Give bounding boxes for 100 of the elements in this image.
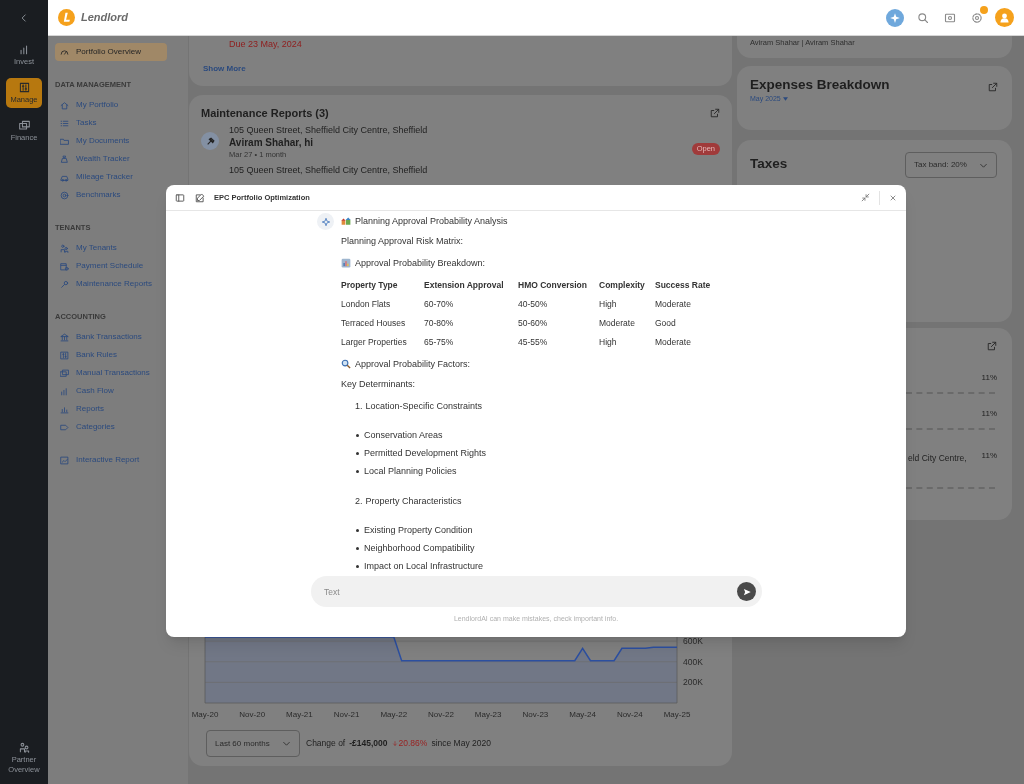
external-link-icon [987,341,997,351]
table-cell-text: 70-80% [424,317,455,329]
chevron-left-icon [19,13,29,23]
axis-label: 400K [683,656,703,667]
row-value: 11% [981,408,997,420]
table-cell-text: Larger Properties [341,336,408,348]
column-header: HMO Conversion [518,279,588,291]
bar-chart-icon [60,386,69,396]
show-more-link[interactable]: Show More [203,63,246,75]
bullet-icon [356,451,359,455]
sidebar-item[interactable]: Mileage Tracker [55,168,167,186]
external-link-icon [710,108,720,118]
sidebar-item[interactable]: My Portfolio [55,96,167,114]
external-link-icon [988,82,998,92]
section-heading: Approval Probability Breakdown: [355,257,486,269]
new-chat-button[interactable] [195,192,205,203]
avatar-icon [998,11,1011,24]
axis-label: May-24 [569,710,596,719]
sidebar-item[interactable]: Payment Schedule [55,257,167,275]
bullet-icon [356,528,359,532]
profile-button[interactable] [995,8,1014,27]
axis-label: 600K [683,637,703,647]
chart-icon [60,404,69,414]
list-number: 2. [355,495,363,507]
axis-label: Nov-23 [522,710,549,719]
logo-icon [58,9,75,26]
calendar-icon [60,261,69,271]
sidebar-item[interactable]: My Documents [55,132,167,150]
house-icon [60,100,69,110]
bullet-icon [356,433,359,437]
bar-chart-icon [341,258,351,268]
table-cell-text: 65-75% [424,336,455,348]
sidebar-item[interactable]: Manual Transactions [55,364,167,382]
sidebar-item[interactable]: Portfolio Overview [55,43,167,61]
table-cell-text: Terraced Houses [341,317,407,329]
bullet-icon [356,564,359,568]
sidebar-item[interactable]: Bank Rules [55,346,167,364]
hammer-icon [201,132,219,150]
table-cell-text: 45-55% [518,336,549,348]
sidebar-item[interactable]: Interactive Report [55,451,167,469]
list-icon [60,118,69,128]
list-item: Impact on Local Infrastructure [364,560,484,572]
sidebar-item[interactable]: Benchmarks [55,186,167,204]
sidebar-item[interactable]: My Tenants [55,239,167,257]
axis-label: May-20 [191,710,219,719]
sidebar-item[interactable]: Maintenance Reports [55,275,167,293]
gear-icon [970,11,983,24]
sidebar-item[interactable]: Wealth Tracker [55,150,167,168]
message-text: Key Determinants: [341,378,416,390]
report-address: 105 Queen Street, Sheffield City Centre, Sheffield [229,164,429,176]
axis-label: Nov-24 [616,710,643,719]
card-title: Maintenance Reports (3) [201,106,329,120]
table-cell-text: Moderate [655,336,692,348]
list-item: Permitted Development Rights [364,447,487,459]
table-cell-text: High [599,336,618,348]
range-dropdown[interactable]: Last 60 months [206,730,300,757]
close-button[interactable] [889,193,897,202]
sidebar-item[interactable]: Tasks [55,114,167,132]
list-item: Existing Property Condition [364,524,473,536]
column-header: Success Rate [655,279,712,291]
bullet-icon [356,546,359,550]
gauge-icon [60,47,69,57]
card-title: Taxes [750,155,788,173]
chevron-down-icon [282,739,291,748]
row-label: eld City Centre, [908,453,967,463]
folder-icon [60,136,69,146]
table-cell-text: High [599,298,618,310]
message-input[interactable]: Text [311,576,762,607]
collapse-arrows-icon [861,193,870,202]
trend-arrow-icon [391,740,398,747]
sidebar-item[interactable]: Categories [55,418,167,436]
close-icon [889,193,897,202]
pencil-icon [195,192,205,203]
houses-icon [341,216,351,226]
people-icon [18,742,30,753]
axis-label: May-25 [663,710,691,719]
cards-icon [18,120,30,131]
ai-assistant-button[interactable] [886,8,904,27]
axis-label: Nov-21 [333,710,360,719]
tag-icon [60,422,69,432]
table-cell-text: Moderate [655,298,692,310]
sidebar-item[interactable]: Reports [55,400,167,418]
column-header: Complexity [599,279,646,291]
list-item: Neighborhood Compatibility [364,542,475,554]
change-amount: -£145,000 [349,737,388,750]
magnifier-icon [341,359,351,369]
due-date: Due 23 May, 2024 [228,38,303,50]
change-percent: 20.86% [398,737,428,750]
tax-band-dropdown[interactable]: Tax band: 20% [905,152,997,178]
screen-icon [943,11,956,24]
line-chart-icon [60,455,69,465]
sidebar-toggle-button[interactable] [175,192,185,203]
axis-label: May-23 [474,710,502,719]
table-cell-text: London Flats [341,298,392,310]
collapse-button[interactable] [861,193,870,202]
assistant-icon [317,213,334,230]
sidebar-item[interactable]: Cash Flow [55,382,167,400]
sidebar-item[interactable]: Bank Transactions [55,328,167,346]
axis-label: May-22 [380,710,408,719]
table-cell-text: Moderate [599,317,636,329]
